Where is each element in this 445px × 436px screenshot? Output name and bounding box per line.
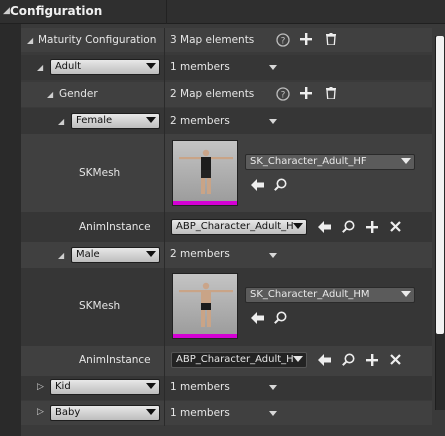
help-icon[interactable]: ? <box>276 87 290 101</box>
gender-count: 2 Map elements <box>170 88 255 100</box>
female-key-dropdown[interactable]: Female <box>71 113 160 129</box>
browse-icon[interactable] <box>274 178 287 191</box>
back-arrow-icon[interactable] <box>318 221 331 233</box>
expand-arrow-icon[interactable]: ◢ <box>47 90 53 99</box>
female-mesh-thumbnail[interactable] <box>172 140 238 206</box>
chevron-down-icon[interactable] <box>269 385 277 390</box>
gender-label: Gender <box>59 88 98 100</box>
expand-arrow-icon[interactable]: ▷ <box>37 382 44 392</box>
expand-arrow-icon[interactable]: ◢ <box>27 36 33 45</box>
left-gutter <box>0 0 21 436</box>
expand-arrow-icon[interactable]: ◢ <box>37 63 43 72</box>
svg-text:?: ? <box>281 91 286 101</box>
male-anim-dropdown[interactable]: ABP_Character_Adult_H <box>171 352 307 368</box>
back-arrow-icon[interactable] <box>251 179 264 191</box>
adult-key-dropdown[interactable]: Adult <box>50 59 160 75</box>
category-title: Configuration <box>10 4 103 18</box>
character-silhouette-icon <box>179 282 233 327</box>
add-icon[interactable] <box>300 33 312 45</box>
clear-icon[interactable] <box>390 221 401 232</box>
thumbnail-stripe <box>173 334 237 338</box>
adult-members: 1 members <box>170 61 230 73</box>
female-members: 2 members <box>170 115 230 127</box>
kid-members: 1 members <box>170 381 230 393</box>
header-divider <box>166 0 167 24</box>
back-arrow-icon[interactable] <box>251 312 264 324</box>
female-mesh-asset-dropdown[interactable]: SK_Character_Adult_HF <box>245 154 415 170</box>
animinstance-label: AnimInstance <box>79 354 151 366</box>
browse-icon[interactable] <box>274 311 287 324</box>
animinstance-label: AnimInstance <box>79 221 151 233</box>
help-icon[interactable]: ? <box>276 33 290 47</box>
kid-key-dropdown[interactable]: Kid <box>50 379 160 395</box>
chevron-down-icon[interactable] <box>269 253 277 258</box>
chevron-down-icon[interactable] <box>269 119 277 124</box>
maturity-label: Maturity Configuration <box>38 34 157 46</box>
column-divider[interactable] <box>164 28 165 426</box>
chevron-down-icon[interactable] <box>269 65 277 70</box>
female-anim-dropdown[interactable]: ABP_Character_Adult_H <box>171 219 307 235</box>
expand-arrow-icon[interactable]: ◢ <box>58 117 64 126</box>
trash-icon[interactable] <box>326 87 336 99</box>
maturity-count: 3 Map elements <box>170 34 255 46</box>
baby-key-dropdown[interactable]: Baby <box>50 405 160 421</box>
trash-icon[interactable] <box>326 33 336 45</box>
add-icon[interactable] <box>366 221 378 233</box>
male-members: 2 members <box>170 248 230 260</box>
add-icon[interactable] <box>300 87 312 99</box>
scrollbar-thumb[interactable] <box>436 36 444 334</box>
expand-arrow-icon[interactable]: ▷ <box>37 407 44 417</box>
skmesh-label: SKMesh <box>79 300 121 312</box>
thumbnail-stripe <box>173 201 237 205</box>
clear-icon[interactable] <box>390 354 401 365</box>
expand-arrow-icon[interactable]: ◢ <box>58 251 64 260</box>
character-silhouette-icon <box>179 149 233 194</box>
male-mesh-asset-dropdown[interactable]: SK_Character_Adult_HM <box>245 287 415 303</box>
browse-icon[interactable] <box>342 220 355 233</box>
add-icon[interactable] <box>366 354 378 366</box>
svg-text:?: ? <box>281 37 286 47</box>
skmesh-label: SKMesh <box>79 167 121 179</box>
back-arrow-icon[interactable] <box>318 354 331 366</box>
baby-members: 1 members <box>170 407 230 419</box>
male-mesh-thumbnail[interactable] <box>172 273 238 339</box>
browse-icon[interactable] <box>342 353 355 366</box>
collapse-arrow-icon[interactable]: ◢ <box>3 6 10 16</box>
chevron-down-icon[interactable] <box>269 411 277 416</box>
male-key-dropdown[interactable]: Male <box>71 247 160 263</box>
